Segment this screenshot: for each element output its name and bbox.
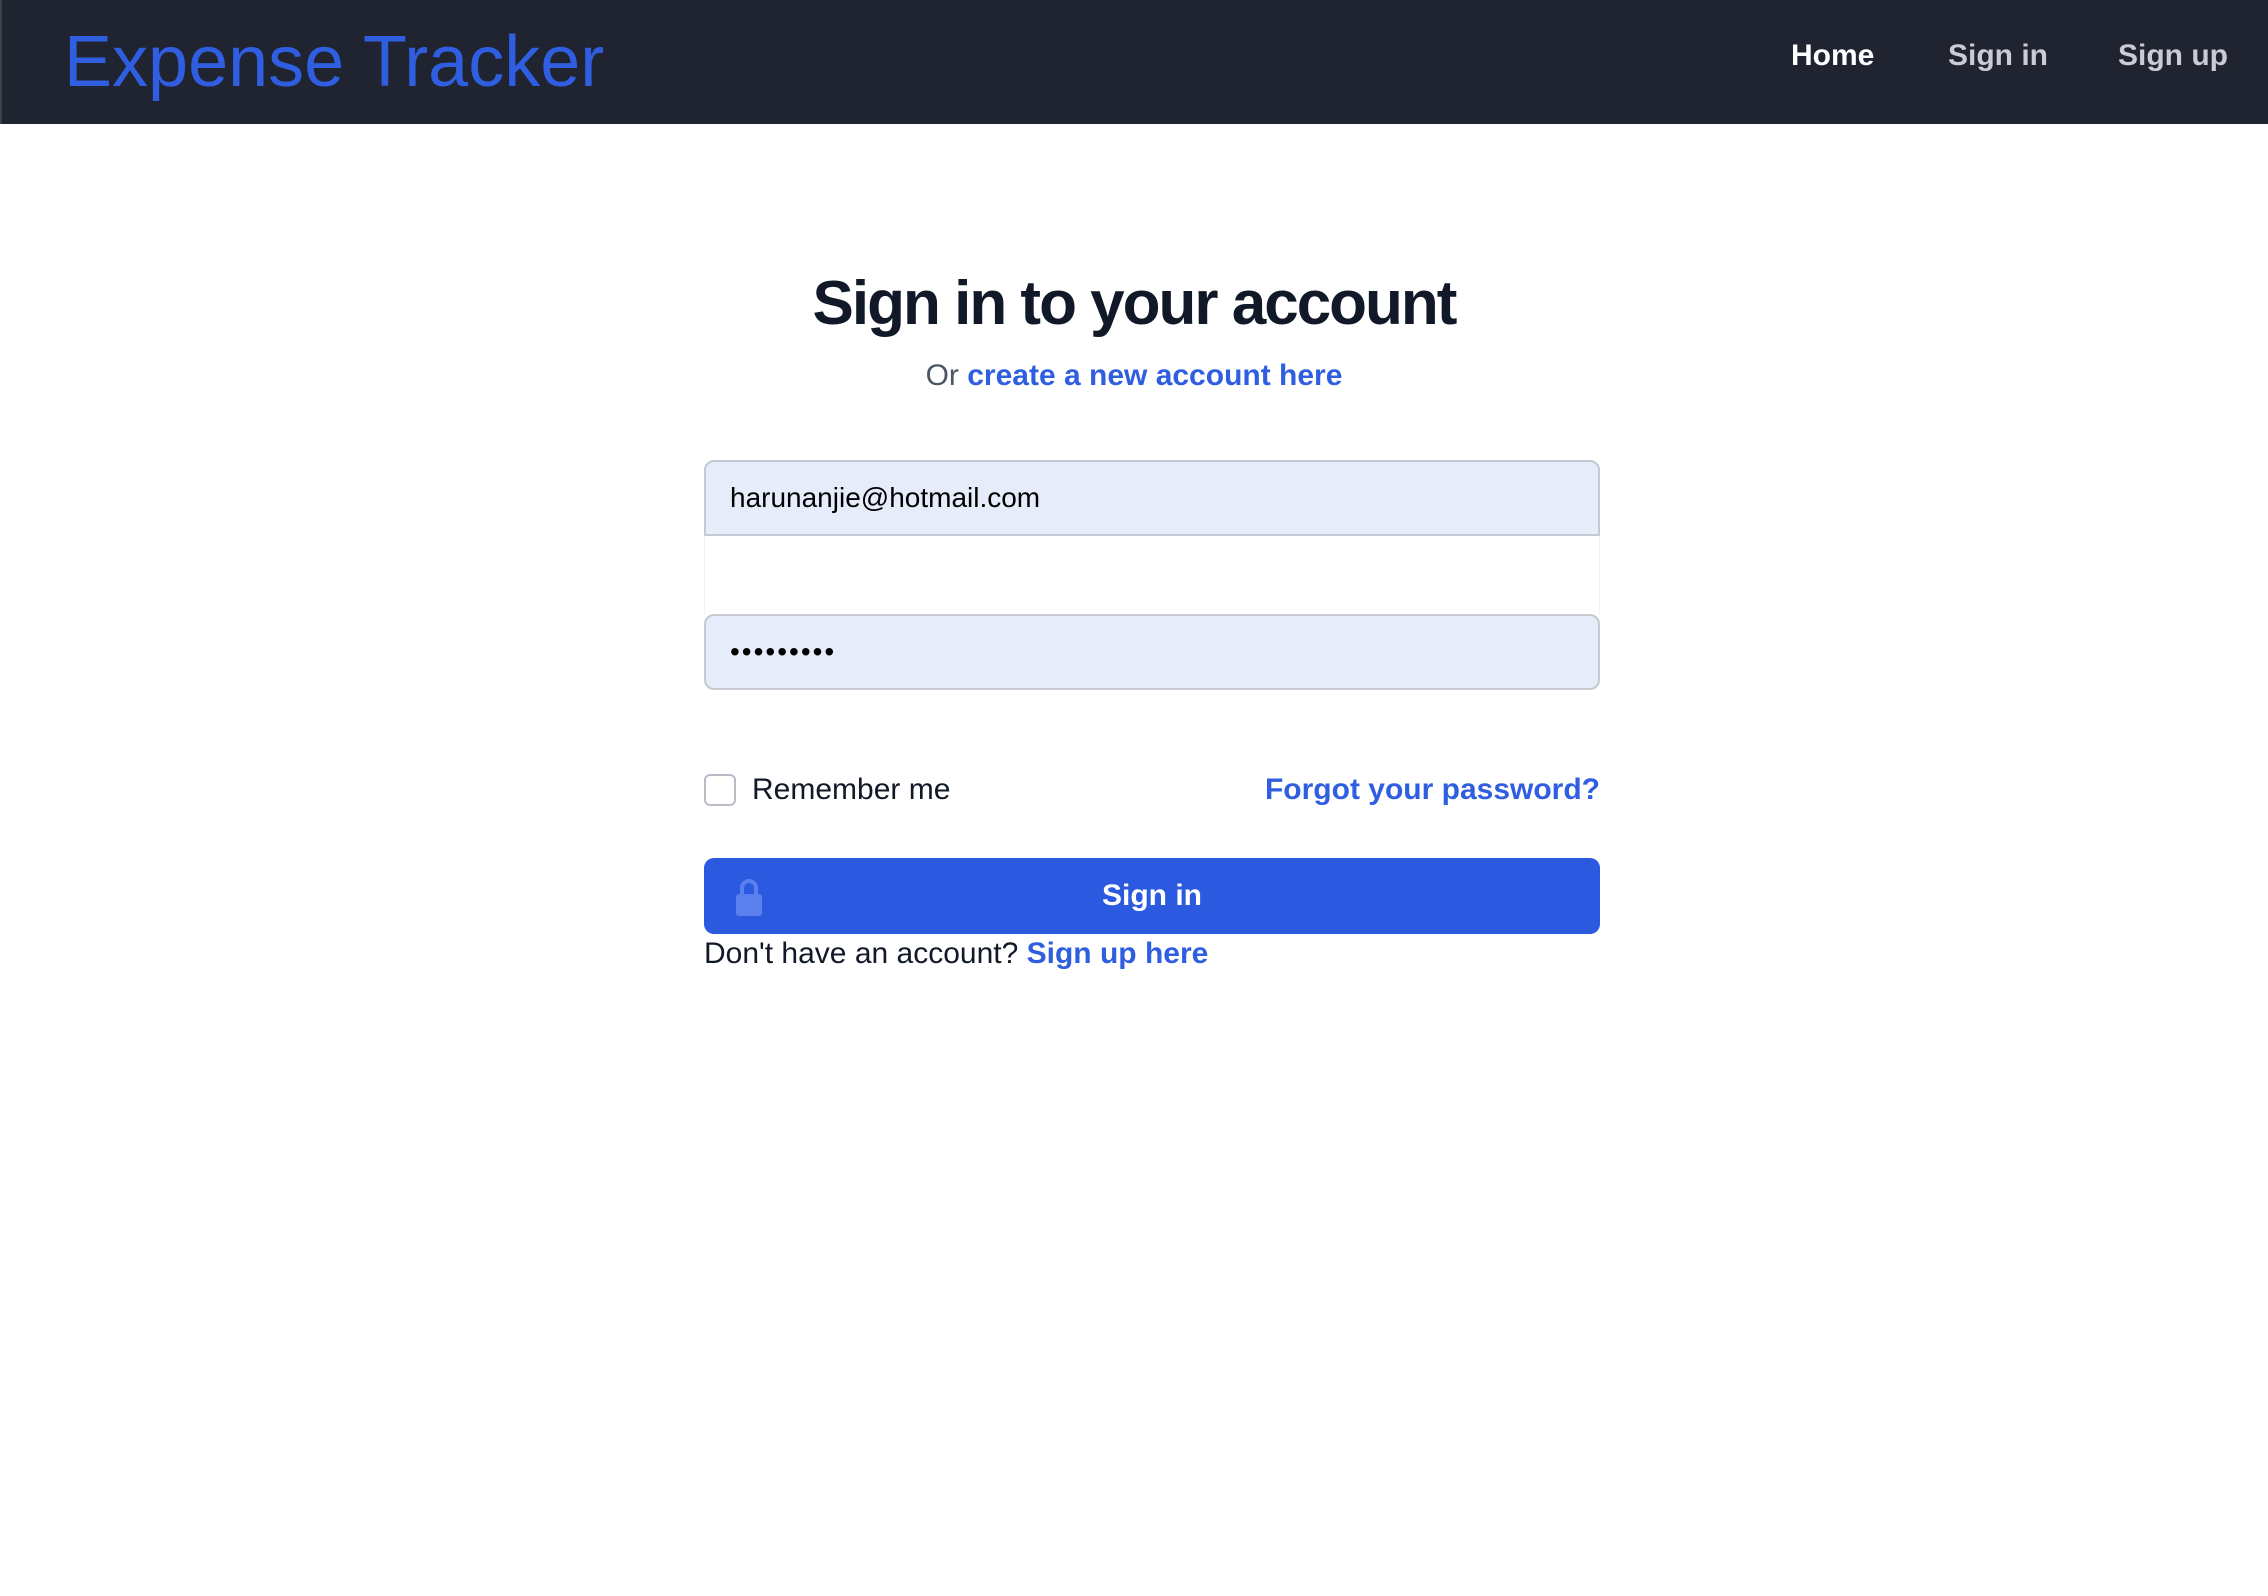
subtitle: Or create a new account here [0,356,2268,396]
subtitle-prefix: Or [925,359,959,392]
remember-me-checkbox[interactable] [704,774,736,806]
input-spacer [704,536,1600,614]
page-title: Sign in to your account [812,269,1458,338]
sign-in-button[interactable]: Sign in [704,858,1600,934]
remember-me-label: Remember me [752,773,951,806]
sign-up-link[interactable]: Sign up here [1027,937,1209,970]
brand-logo[interactable]: Expense Tracker [64,18,604,106]
nav-link-sign-up[interactable]: Sign up [2118,36,2228,76]
sign-in-button-label: Sign in [1102,879,1202,912]
forgot-password-link[interactable]: Forgot your password? [1265,770,1600,810]
no-account-prompt: Don't have an account? Sign up here [704,934,1208,974]
no-account-text: Don't have an account? [704,937,1019,970]
nav-link-home[interactable]: Home [1791,36,1874,76]
top-navbar: Expense Tracker Home Sign in Sign up [0,0,2268,124]
nav-link-sign-in[interactable]: Sign in [1948,36,2048,76]
email-field[interactable] [704,460,1600,536]
create-account-link[interactable]: create a new account here [967,359,1342,392]
lock-icon [736,879,762,916]
password-field[interactable] [704,614,1600,690]
